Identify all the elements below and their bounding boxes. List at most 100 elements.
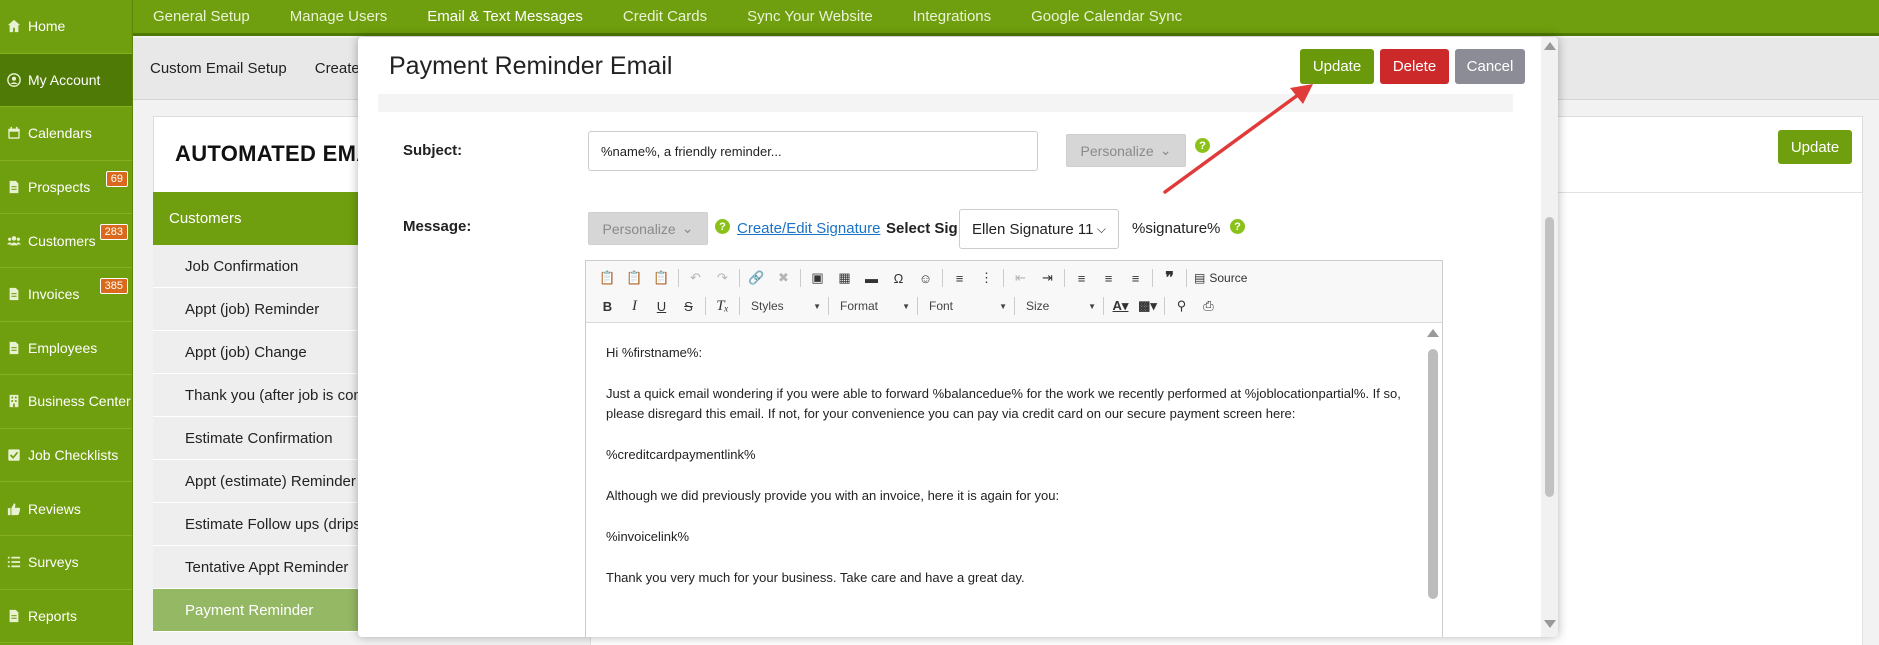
list-item-active[interactable]: Payment Reminder	[153, 589, 363, 632]
sidebar-item-reports[interactable]: Reports	[0, 590, 132, 644]
sidebar-item-business-center[interactable]: Business Center	[0, 375, 132, 429]
remove-format-icon[interactable]: Tₓ	[709, 294, 736, 318]
scroll-down-arrow-icon[interactable]	[1544, 620, 1556, 628]
editor-content[interactable]: Hi %firstname%: Just a quick email wonde…	[586, 323, 1426, 637]
sidebar-item-employees[interactable]: Employees	[0, 322, 132, 376]
personalize-label: Personalize	[602, 220, 676, 237]
sidebar-item-label: Prospects	[28, 179, 91, 196]
increase-indent-icon[interactable]: ⇥	[1034, 266, 1061, 290]
calendar-icon	[7, 126, 21, 140]
redo-icon[interactable]: ↷	[709, 266, 736, 290]
toolbar-separator	[1164, 297, 1165, 315]
list-item[interactable]: Thank you (after job is com	[153, 374, 363, 417]
preview-icon[interactable]: ⚲	[1168, 294, 1195, 318]
tab-google-calendar-sync[interactable]: Google Calendar Sync	[1031, 8, 1182, 25]
list-header-customers[interactable]: Customers	[153, 192, 363, 245]
sidebar-item-label: Calendars	[28, 125, 92, 142]
signature-token: %signature%	[1132, 220, 1221, 237]
align-left-icon[interactable]: ≡	[1068, 266, 1095, 290]
editor-scroll-thumb[interactable]	[1428, 349, 1438, 599]
sidebar-item-label: Home	[28, 18, 66, 35]
modal-scroll-thumb[interactable]	[1545, 217, 1554, 497]
signature-select[interactable]: Ellen Signature 11 ⌵	[959, 209, 1119, 249]
list-item[interactable]: Job Confirmation	[153, 245, 363, 288]
paste-icon[interactable]: 📋	[594, 266, 621, 290]
sidebar-item-invoices[interactable]: Invoices 385	[0, 268, 132, 322]
styles-dropdown[interactable]: Styles ▼	[743, 295, 825, 317]
list-item[interactable]: Appt (job) Reminder	[153, 288, 363, 331]
undo-icon[interactable]: ↶	[682, 266, 709, 290]
special-character-icon[interactable]: Ω	[885, 266, 912, 290]
sidebar-item-calendars[interactable]: Calendars	[0, 107, 132, 161]
invoices-count-badge: 385	[99, 277, 128, 294]
source-button[interactable]: ▤ Source	[1190, 271, 1251, 285]
unlink-icon[interactable]: ✖	[770, 266, 797, 290]
help-icon[interactable]: ?	[715, 219, 730, 234]
help-icon[interactable]: ?	[1195, 138, 1210, 153]
size-dropdown[interactable]: Size ▼	[1018, 295, 1100, 317]
delete-button[interactable]: Delete	[1380, 49, 1449, 84]
tab-sync-your-website[interactable]: Sync Your Website	[747, 8, 873, 25]
sidebar-item-customers[interactable]: Customers 283	[0, 214, 132, 268]
background-color-icon[interactable]: ▩▾	[1134, 294, 1161, 318]
sidebar-item-surveys[interactable]: Surveys	[0, 536, 132, 590]
scroll-up-arrow-icon[interactable]	[1427, 329, 1439, 337]
sidebar-item-home[interactable]: Home	[0, 0, 132, 54]
format-dropdown[interactable]: Format ▼	[832, 295, 914, 317]
numbered-list-icon[interactable]: ≡	[946, 266, 973, 290]
list-item[interactable]: Appt (job) Change	[153, 331, 363, 374]
tab-credit-cards[interactable]: Credit Cards	[623, 8, 707, 25]
page-update-button[interactable]: Update	[1778, 130, 1852, 164]
underline-icon[interactable]: U	[648, 294, 675, 318]
image-icon[interactable]: ▣	[804, 266, 831, 290]
emoji-icon[interactable]: ☺	[912, 266, 939, 290]
document-icon	[7, 609, 21, 623]
subtab-create[interactable]: Create	[315, 60, 360, 77]
toolbar-separator	[1003, 269, 1004, 287]
list-item[interactable]: Tentative Appt Reminder	[153, 546, 363, 589]
print-icon[interactable]: ⎙	[1195, 294, 1222, 318]
sidebar-item-job-checklists[interactable]: Job Checklists	[0, 429, 132, 483]
font-dropdown[interactable]: Font ▼	[921, 295, 1011, 317]
sidebar-item-label: Reviews	[28, 500, 81, 517]
align-center-icon[interactable]: ≡	[1095, 266, 1122, 290]
list-item[interactable]: Estimate Confirmation	[153, 417, 363, 460]
modal-scrollbar[interactable]	[1541, 37, 1558, 637]
scroll-up-arrow-icon[interactable]	[1544, 42, 1556, 50]
list-item[interactable]: Estimate Follow ups (drips)	[153, 503, 363, 546]
tab-general-setup[interactable]: General Setup	[153, 8, 250, 25]
sidebar-item-label: Surveys	[28, 554, 79, 571]
subtab-custom-email-setup[interactable]: Custom Email Setup	[150, 60, 287, 77]
tab-manage-users[interactable]: Manage Users	[290, 8, 388, 25]
message-label: Message:	[403, 218, 472, 235]
sidebar-item-label: Invoices	[28, 286, 80, 303]
bold-icon[interactable]: B	[594, 294, 621, 318]
paste-text-icon[interactable]: 📋	[621, 266, 648, 290]
link-icon[interactable]: 🔗	[743, 266, 770, 290]
message-personalize-dropdown[interactable]: Personalize ⌄	[588, 212, 708, 245]
bulleted-list-icon[interactable]: ⋮	[973, 266, 1000, 290]
italic-icon[interactable]: I	[621, 294, 648, 318]
help-icon[interactable]: ?	[1230, 219, 1245, 234]
body-paragraph: Although we did previously provide you w…	[606, 488, 1060, 503]
create-edit-signature-link[interactable]: Create/Edit Signature	[737, 220, 880, 237]
editor-scrollbar[interactable]	[1426, 325, 1440, 637]
table-icon[interactable]: ▦	[831, 266, 858, 290]
subject-input[interactable]	[588, 131, 1038, 171]
blockquote-icon[interactable]: ❞	[1156, 266, 1183, 290]
tab-email-text-messages[interactable]: Email & Text Messages	[427, 8, 583, 25]
sidebar-item-my-account[interactable]: My Account	[0, 53, 132, 108]
horizontal-line-icon[interactable]: ▬	[858, 266, 885, 290]
sidebar-item-reviews[interactable]: Reviews	[0, 482, 132, 536]
list-item[interactable]: Appt (estimate) Reminder	[153, 460, 363, 503]
align-right-icon[interactable]: ≡	[1122, 266, 1149, 290]
paste-word-icon[interactable]: 📋	[648, 266, 675, 290]
sidebar-item-prospects[interactable]: Prospects 69	[0, 161, 132, 215]
subject-personalize-dropdown[interactable]: Personalize ⌄	[1066, 134, 1186, 167]
update-button[interactable]: Update	[1300, 49, 1374, 84]
strikethrough-icon[interactable]: S	[675, 294, 702, 318]
tab-integrations[interactable]: Integrations	[913, 8, 991, 25]
cancel-button[interactable]: Cancel	[1455, 49, 1525, 84]
text-color-icon[interactable]: A▾	[1107, 294, 1134, 318]
decrease-indent-icon[interactable]: ⇤	[1007, 266, 1034, 290]
